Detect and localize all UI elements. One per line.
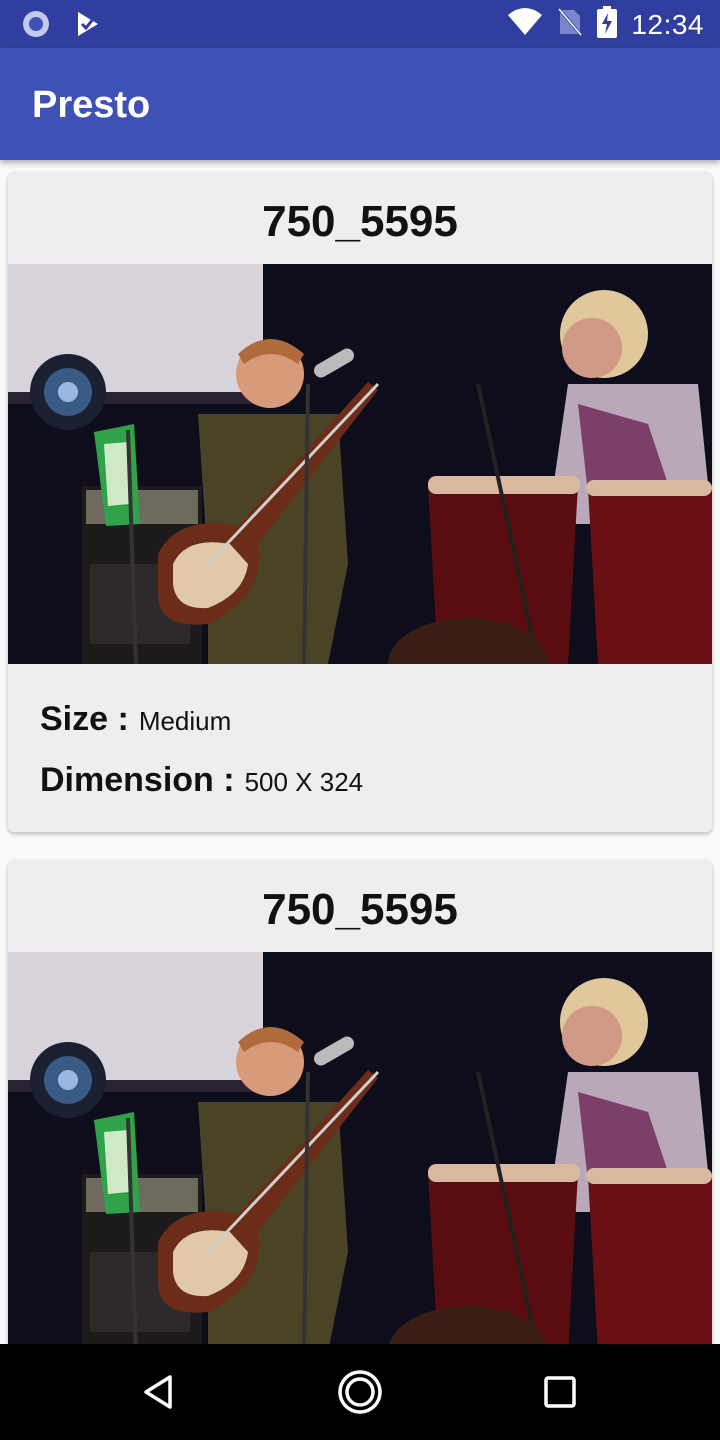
back-icon[interactable] [136, 1368, 184, 1416]
app-title: Presto [32, 84, 151, 126]
battery-charging-icon [597, 6, 618, 43]
home-icon[interactable] [336, 1368, 384, 1416]
status-bar: 12:34 [0, 0, 720, 48]
app-bar: Presto [0, 48, 720, 160]
no-sim-icon [557, 7, 583, 42]
dimension-row: Dimension : 500 X 324 [40, 761, 680, 800]
concert-photo [8, 952, 712, 1344]
image-list[interactable]: 750_5595 Size: Medium Dimension: 500 X… [0, 160, 720, 1344]
image-card[interactable]: 750_5595 [8, 172, 712, 832]
size-label: Size : [40, 700, 129, 738]
navigation-bar [0, 1344, 720, 1440]
card-title: 750_5595 [262, 197, 458, 246]
size-row: Size : Medium [40, 700, 680, 739]
wifi-icon [507, 7, 543, 42]
image-card[interactable]: 750_5595 [8, 860, 712, 1344]
card-details: Size : Medium Dimension : 500 X 324 [8, 664, 712, 832]
concert-photo [8, 264, 712, 664]
dimension-label: Dimension : [40, 761, 235, 799]
recents-icon[interactable] [536, 1368, 584, 1416]
clock: 12:34 [631, 8, 704, 40]
checkmark-icon [74, 10, 102, 43]
size-value: Medium [138, 706, 232, 736]
dimension-value: 500 X 324 [244, 767, 364, 797]
record-icon [20, 8, 52, 45]
card-title: 750_5595 [262, 885, 458, 934]
